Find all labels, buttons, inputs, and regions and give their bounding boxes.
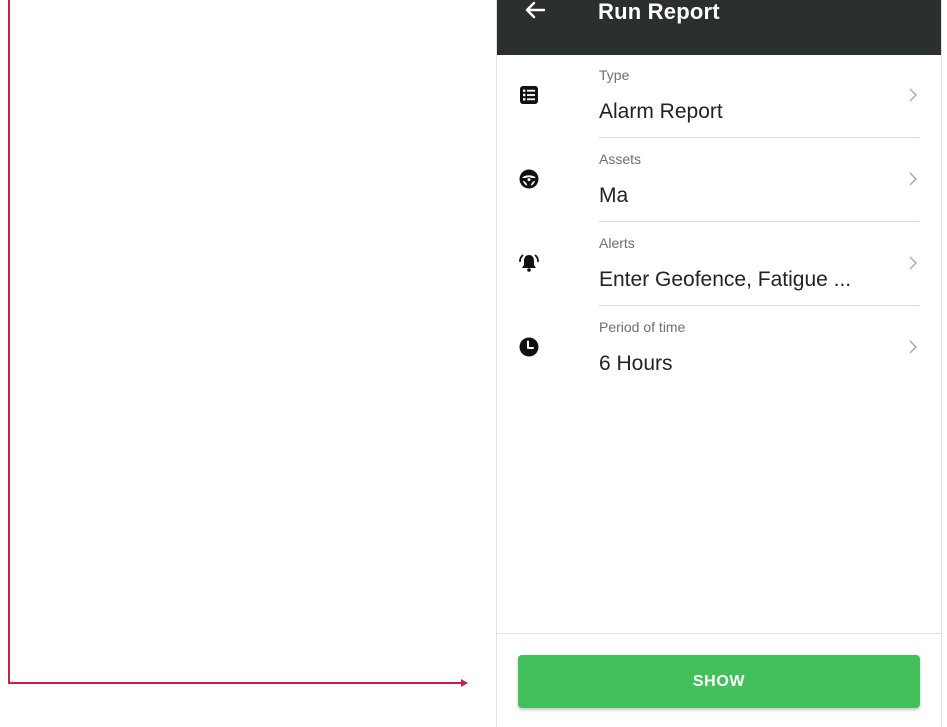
assets-row[interactable]: Assets Ma bbox=[497, 139, 941, 223]
app-bar: Run Report bbox=[497, 0, 941, 55]
assets-value: Ma bbox=[599, 184, 629, 207]
arrow-left-icon bbox=[525, 1, 546, 24]
report-type-value: Alarm Report bbox=[599, 100, 723, 123]
footer-divider bbox=[497, 633, 941, 634]
period-value: 6 Hours bbox=[599, 352, 673, 375]
chevron-right-icon bbox=[907, 85, 919, 105]
chevron-right-icon bbox=[907, 253, 919, 273]
alerts-label: Alerts bbox=[599, 235, 635, 251]
alerts-row[interactable]: Alerts Enter Geofence, Fatigue ... bbox=[497, 223, 941, 307]
report-type-text: Type Alarm Report bbox=[599, 55, 919, 138]
alarm-bell-icon bbox=[517, 251, 541, 275]
assets-label: Assets bbox=[599, 151, 642, 167]
steering-wheel-icon bbox=[517, 167, 541, 191]
annotation-arrowhead bbox=[461, 679, 468, 687]
alerts-text: Alerts Enter Geofence, Fatigue ... bbox=[599, 223, 919, 306]
assets-text: Assets Ma bbox=[599, 139, 919, 222]
show-button[interactable]: SHOW bbox=[518, 655, 920, 708]
list-icon bbox=[517, 83, 541, 107]
period-label: Period of time bbox=[599, 319, 686, 335]
clock-icon bbox=[517, 335, 541, 359]
period-row[interactable]: Period of time 6 Hours bbox=[497, 307, 941, 391]
report-type-label: Type bbox=[599, 67, 630, 83]
period-text: Period of time 6 Hours bbox=[599, 307, 919, 389]
report-settings-list: Type Alarm Report Assets Ma Alerts Enter… bbox=[497, 55, 941, 391]
chevron-right-icon bbox=[907, 337, 919, 357]
run-report-panel: Run Report Type Alarm Report Assets Ma A… bbox=[496, 0, 942, 727]
report-type-row[interactable]: Type Alarm Report bbox=[497, 55, 941, 139]
screen: Run Report Type Alarm Report Assets Ma A… bbox=[0, 0, 947, 727]
annotation-line-vertical bbox=[8, 0, 10, 684]
annotation-line-horizontal bbox=[8, 682, 462, 684]
page-title: Run Report bbox=[598, 0, 720, 24]
back-button[interactable] bbox=[517, 0, 553, 24]
chevron-right-icon bbox=[907, 169, 919, 189]
alerts-value: Enter Geofence, Fatigue ... bbox=[599, 268, 852, 291]
